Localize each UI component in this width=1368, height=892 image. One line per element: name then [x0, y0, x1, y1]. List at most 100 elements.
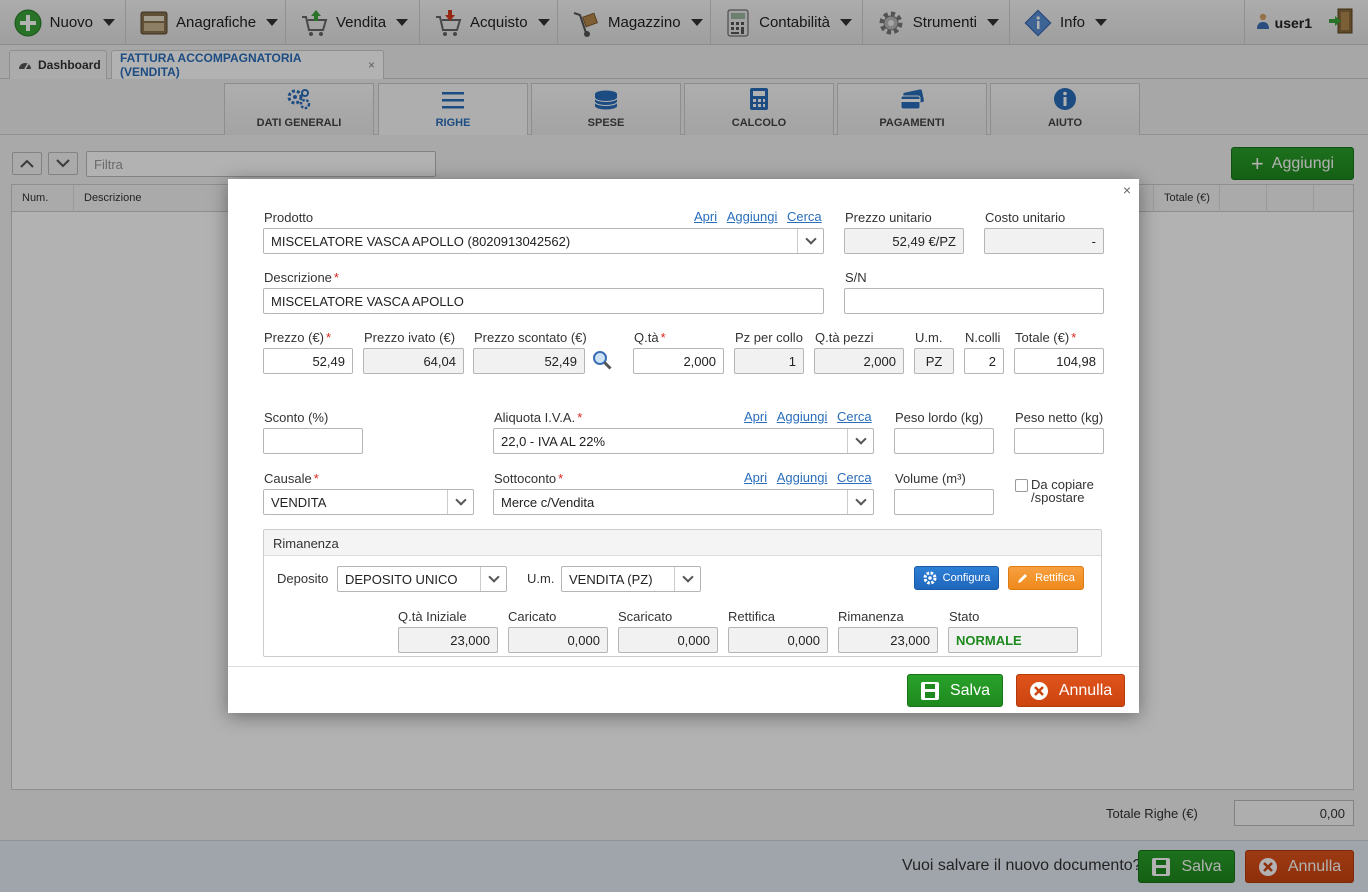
prodotto-links: Apri Aggiungi Cerca: [688, 209, 822, 224]
sottoconto-cerca-link[interactable]: Cerca: [837, 470, 872, 485]
sconto-label: Sconto (%): [264, 410, 329, 425]
aliquota-aggiungi-link[interactable]: Aggiungi: [777, 409, 828, 424]
aliquota-apri-link[interactable]: Apri: [744, 409, 767, 424]
da-copiare-checkbox[interactable]: [1015, 479, 1028, 492]
prezzo-input[interactable]: 52,49: [263, 348, 353, 374]
sottoconto-aggiungi-link[interactable]: Aggiungi: [777, 470, 828, 485]
gear-icon: [923, 571, 937, 585]
prezzo-unitario-field: 52,49 €/PZ: [844, 228, 964, 254]
sottoconto-value: Merce c/Vendita: [501, 494, 595, 510]
chevron-down-icon: [480, 567, 506, 591]
prodotto-cerca-link[interactable]: Cerca: [787, 209, 822, 224]
prezzo-unitario-label: Prezzo unitario: [845, 210, 932, 225]
configura-label: Configura: [942, 572, 991, 584]
peso-lordo-label: Peso lordo (kg): [895, 410, 984, 425]
peso-netto-label: Peso netto (kg): [1015, 410, 1104, 425]
rettifica-field: 0,000: [728, 627, 828, 653]
dialog-save-label: Salva: [949, 681, 991, 699]
caricato-label: Caricato: [508, 609, 557, 624]
qta-input[interactable]: 2,000: [633, 348, 724, 374]
sottoconto-apri-link[interactable]: Apri: [744, 470, 767, 485]
prodotto-label: Prodotto: [264, 210, 314, 225]
configura-button[interactable]: Configura: [914, 566, 999, 590]
causale-select[interactable]: VENDITA: [263, 489, 474, 515]
rettifica-button[interactable]: Rettifica: [1008, 566, 1084, 590]
deposito-value: DEPOSITO UNICO: [345, 571, 458, 587]
rim-um-select[interactable]: VENDITA (PZ): [561, 566, 701, 592]
costo-unitario-field: -: [984, 228, 1104, 254]
caricato-field: 0,000: [508, 627, 608, 653]
chevron-down-icon: [674, 567, 700, 591]
dialog-cancel-label: Annulla: [1058, 681, 1113, 699]
stato-badge: NORMALE: [948, 627, 1078, 653]
rimanenza-title: Rimanenza: [264, 530, 1101, 556]
ncolli-input[interactable]: 2: [964, 348, 1004, 374]
pz-per-collo-field: 1: [734, 348, 804, 374]
volume-input[interactable]: [894, 489, 994, 515]
prezzo-scontato-label: Prezzo scontato (€): [474, 330, 587, 345]
dialog-cancel-button[interactable]: Annulla: [1016, 674, 1125, 707]
chevron-down-icon: [847, 429, 873, 453]
qta-pezzi-label: Q.tà pezzi: [815, 330, 874, 345]
prezzo-ivato-label: Prezzo ivato (€): [364, 330, 456, 345]
prodotto-value: MISCELATORE VASCA APOLLO (8020913042562): [271, 233, 571, 249]
rim-um-value: VENDITA (PZ): [569, 571, 653, 587]
um-field: PZ: [914, 348, 954, 374]
sn-label: S/N: [845, 270, 867, 285]
totale-input[interactable]: 104,98: [1014, 348, 1104, 374]
pencil-icon: [1017, 572, 1029, 584]
dialog-save-button[interactable]: Salva: [907, 674, 1003, 707]
um-label: U.m.: [915, 330, 943, 345]
rimanenza-label: Rimanenza: [838, 609, 904, 624]
prezzo-scontato-field: 52,49: [473, 348, 585, 374]
sconto-input[interactable]: [263, 428, 363, 454]
peso-netto-input[interactable]: [1014, 428, 1104, 454]
qta-label: Q.tà *: [634, 330, 666, 345]
volume-label: Volume (m³): [895, 471, 966, 486]
aliquota-value: 22,0 - IVA AL 22%: [501, 433, 606, 449]
rettifica-button-label: Rettifica: [1035, 572, 1075, 584]
pz-per-collo-label: Pz per collo: [735, 330, 803, 345]
sn-input[interactable]: [844, 288, 1104, 314]
prodotto-apri-link[interactable]: Apri: [694, 209, 717, 224]
aliquota-label: Aliquota I.V.A. *: [494, 410, 583, 425]
prodotto-select[interactable]: MISCELATORE VASCA APOLLO (8020913042562): [263, 228, 824, 254]
prezzo-label: Prezzo (€) *: [264, 330, 332, 345]
magnifier-icon[interactable]: [592, 350, 612, 373]
chevron-down-icon: [847, 490, 873, 514]
rimanenza-panel: Rimanenza Deposito DEPOSITO UNICO U.m. V…: [263, 529, 1102, 657]
deposito-label: Deposito: [277, 571, 329, 586]
qta-iniziale-field: 23,000: [398, 627, 498, 653]
descrizione-label: Descrizione *: [264, 270, 339, 285]
totale-label: Totale (€) *: [1015, 330, 1077, 345]
sottoconto-label: Sottoconto *: [494, 471, 564, 486]
cancel-icon: [1029, 681, 1049, 701]
rettifica-label: Rettifica: [728, 609, 775, 624]
costo-unitario-label: Costo unitario: [985, 210, 1066, 225]
sottoconto-select[interactable]: Merce c/Vendita: [493, 489, 874, 515]
qta-iniziale-label: Q.tà Iniziale: [398, 609, 467, 624]
chevron-down-icon: [447, 490, 473, 514]
aliquota-cerca-link[interactable]: Cerca: [837, 409, 872, 424]
aliquota-select[interactable]: 22,0 - IVA AL 22%: [493, 428, 874, 454]
stato-label: Stato: [949, 609, 980, 624]
qta-pezzi-field: 2,000: [814, 348, 904, 374]
deposito-select[interactable]: DEPOSITO UNICO: [337, 566, 507, 592]
scaricato-field: 0,000: [618, 627, 718, 653]
chevron-down-icon: [797, 229, 823, 253]
dialog-body: Prodotto Apri Aggiungi Cerca MISCELATORE…: [228, 179, 1139, 666]
prezzo-ivato-field: 64,04: [363, 348, 464, 374]
row-edit-dialog: × Prodotto Apri Aggiungi Cerca MISCELATO…: [228, 179, 1139, 713]
descrizione-input[interactable]: MISCELATORE VASCA APOLLO: [263, 288, 824, 314]
scaricato-label: Scaricato: [618, 609, 673, 624]
causale-label: Causale *: [264, 471, 319, 486]
rim-um-label: U.m.: [527, 571, 555, 586]
prodotto-aggiungi-link[interactable]: Aggiungi: [727, 209, 778, 224]
dialog-footer: Salva Annulla: [228, 666, 1139, 713]
ncolli-label: N.colli: [965, 330, 1001, 345]
causale-value: VENDITA: [271, 494, 327, 510]
peso-lordo-input[interactable]: [894, 428, 994, 454]
sottoconto-links: Apri Aggiungi Cerca: [738, 470, 872, 485]
aliquota-links: Apri Aggiungi Cerca: [738, 409, 872, 424]
da-copiare-label: Da copiare /spostare: [1031, 477, 1094, 505]
